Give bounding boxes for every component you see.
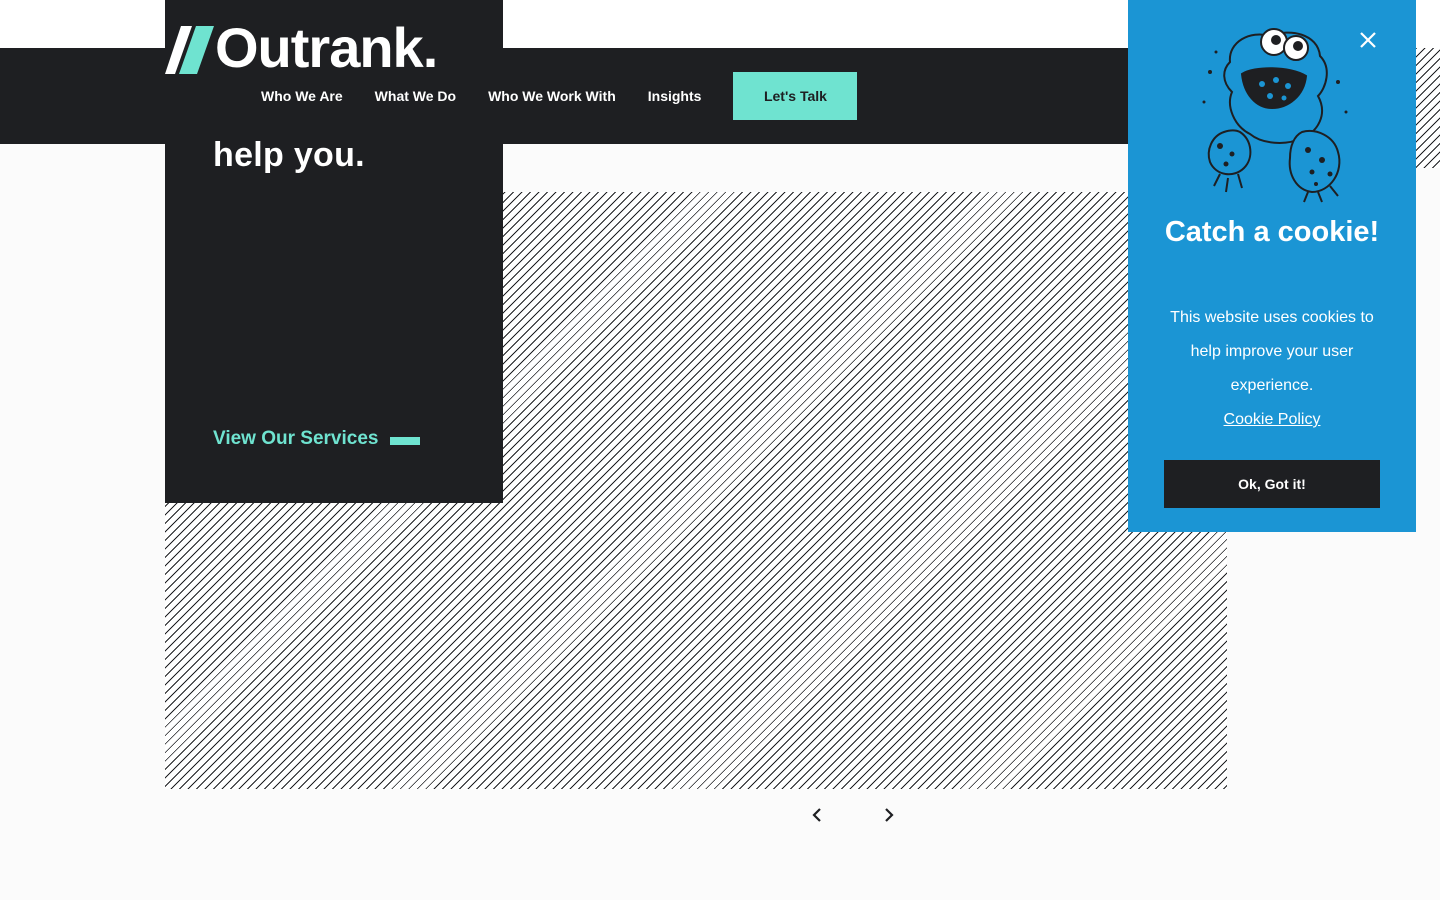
page: help you. View Our Services Outrank. Who… [0, 0, 1440, 900]
logo-text: Outrank. [215, 16, 438, 79]
hero-heading: help you. [213, 136, 365, 174]
decorative-hatch [1416, 48, 1440, 168]
chevron-left-icon[interactable] [805, 803, 829, 827]
main-nav: Who We Are What We Do Who We Work With I… [245, 72, 858, 120]
cookie-monster-icon [1202, 28, 1348, 203]
cookie-policy-link[interactable]: Cookie Policy [1128, 403, 1416, 437]
arrow-bar-icon [390, 436, 421, 445]
nav-insights[interactable]: Insights [632, 88, 718, 104]
nav-who-we-are[interactable]: Who We Are [245, 88, 359, 104]
lets-talk-button[interactable]: Let's Talk [733, 72, 858, 120]
view-services-label: View Our Services [213, 428, 379, 449]
nav-what-we-do[interactable]: What We Do [359, 88, 472, 104]
nav-who-we-work-with[interactable]: Who We Work With [472, 88, 632, 104]
view-services-link[interactable]: View Our Services [213, 428, 421, 450]
cookie-message: This website uses cookies to help improv… [1170, 309, 1374, 394]
accept-cookies-button[interactable]: Ok, Got it! [1164, 460, 1380, 508]
logo-mark-icon [165, 26, 214, 74]
logo[interactable]: Outrank. [165, 16, 438, 79]
cookie-title: Catch a cookie! [1164, 216, 1380, 248]
chevron-right-icon[interactable] [877, 803, 901, 827]
